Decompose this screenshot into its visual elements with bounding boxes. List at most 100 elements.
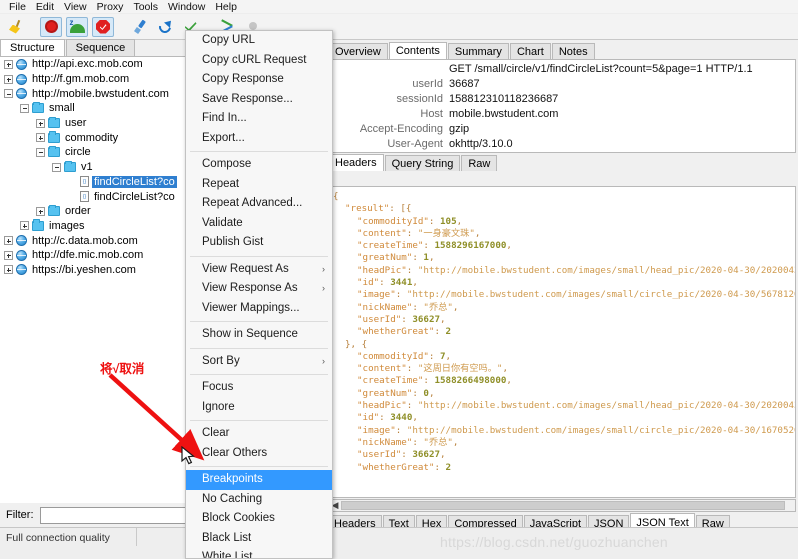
context-menu-item-label: Validate [202,216,243,229]
context-menu-item-find-in[interactable]: Find In... [186,109,332,129]
json-line: "userId": 36627, [333,314,795,326]
repeat-button[interactable] [154,17,176,37]
expand-icon[interactable] [4,59,13,69]
context-menu-item-copy-url[interactable]: Copy URL [186,31,332,51]
horizontal-scrollbar[interactable]: ◀ [328,499,796,512]
json-token: "id" [357,277,380,289]
json-token: "http://mobile.bwstudent.com/images/smal… [417,400,795,412]
collapse-icon[interactable] [20,103,29,113]
menu-item-tools[interactable]: Tools [128,0,163,14]
context-menu-item-show-in-sequence[interactable]: Show in Sequence [186,325,332,345]
context-menu-item-label: Repeat Advanced... [202,197,303,209]
expand-icon[interactable] [36,206,45,216]
context-menu[interactable]: Copy URL Copy cURL Request Copy Response Sa… [185,30,333,559]
context-menu-item-label: Black List [202,531,252,544]
context-menu-item-export[interactable]: Export... [186,129,332,149]
header-row: User-Agent okhttp/3.10.0 [329,137,795,152]
json-line: "whetherGreat": 2 [333,326,795,338]
context-menu-item-label: Viewer Mappings... [202,301,300,314]
menu-item-proxy[interactable]: Proxy [92,0,129,14]
context-menu-item-clear-others[interactable]: Clear Others [186,444,332,464]
folder-icon [48,145,60,158]
menu-item-window[interactable]: Window [163,0,210,14]
menu-item-file[interactable]: File [4,0,31,14]
tab-overview[interactable]: Overview [328,43,388,59]
expand-icon[interactable] [4,236,13,246]
context-menu-item-label: Export... [202,131,245,144]
globe-icon [16,249,27,261]
context-menu-item-label: Sort By [202,354,240,367]
expand-icon[interactable] [4,250,13,260]
context-menu-item-focus[interactable]: Focus [186,378,332,398]
context-menu-item-repeat-advanced[interactable]: Repeat Advanced... [186,194,332,214]
header-value: keep-alive [449,152,499,153]
context-menu-item-label: Publish Gist [202,236,264,248]
scrollbar-thumb[interactable] [341,501,785,510]
context-menu-item-white-list[interactable]: White List [186,548,332,558]
context-menu-item-black-list[interactable]: Black List [186,529,332,549]
json-token: : [412,387,424,399]
context-menu-item-copy-curl-request[interactable]: Copy cURL Request [186,51,332,71]
json-line: "content": "这周日你有空吗。", [333,363,795,375]
json-line: "greatNum": 1, [333,252,795,264]
context-menu-item-publish-gist[interactable]: Publish Gist [186,233,332,253]
tab-headers[interactable]: Headers [328,154,384,171]
json-token: , [456,215,463,227]
json-text-view[interactable]: {"result": [{"commodityId": 105, "content… [328,186,796,498]
expand-icon[interactable] [36,133,45,143]
watermark: https://blog.csdn.net/guozhuanchen [440,534,668,550]
menu-item-view[interactable]: View [59,0,92,14]
collapse-icon[interactable] [52,162,61,172]
context-menu-item-view-request-as[interactable]: View Request As › [186,260,332,280]
breakpoints-button[interactable] [92,16,114,37]
tab-contents[interactable]: Contents [388,42,447,59]
pen-icon [132,19,147,34]
expand-icon[interactable] [4,74,13,84]
menu-separator [190,466,328,467]
json-token: "createTime" [357,375,424,387]
tab-sequence[interactable]: Sequence [65,39,136,56]
json-token: "userId" [357,313,402,325]
tab-notes[interactable]: Notes [551,43,595,59]
tab-summary[interactable]: Summary [447,43,509,59]
context-menu-item-no-caching[interactable]: No Caching [186,490,332,510]
json-token: "乔总" [423,436,453,448]
menu-separator [190,420,328,421]
context-menu-item-label: Focus [202,381,234,393]
tab-structure[interactable]: Structure [0,39,65,56]
context-menu-item-compose[interactable]: Compose [186,155,332,175]
json-token: "createTime" [357,240,424,252]
tab-chart[interactable]: Chart [509,43,551,59]
json-line: "id": 3441, [333,277,795,289]
context-menu-item-viewer-mappings[interactable]: Viewer Mappings... [186,299,332,319]
compose-button[interactable] [128,17,150,37]
tab-raw[interactable]: Raw [461,155,498,171]
context-menu-item-ignore[interactable]: Ignore [186,398,332,418]
context-menu-item-block-cookies[interactable]: Block Cookies [186,509,332,529]
context-menu-item-sort-by[interactable]: Sort By › [186,352,332,372]
expand-icon[interactable] [36,118,45,128]
record-button[interactable] [40,16,62,37]
context-menu-item-view-response-as[interactable]: View Response As › [186,279,332,299]
context-menu-item-copy-response[interactable]: Copy Response [186,70,332,90]
context-menu-item-validate[interactable]: Validate [186,214,332,234]
json-token: , [428,387,435,399]
context-menu-item-label: Block Cookies [202,512,275,524]
context-menu-item-breakpoints[interactable]: Breakpoints [186,470,332,490]
expand-icon[interactable] [4,265,13,275]
context-menu-item-save-response[interactable]: Save Response... [186,90,332,110]
menu-item-help[interactable]: Help [210,0,242,14]
expand-icon[interactable] [20,221,29,231]
throttle-button[interactable]: z [66,16,88,37]
json-token: { [333,191,339,202]
tree-node-label: images [49,219,85,232]
collapse-icon[interactable] [4,89,13,99]
context-menu-item-clear[interactable]: Clear [186,424,332,444]
clear-button[interactable] [4,17,26,37]
menu-item-edit[interactable]: Edit [31,0,59,14]
collapse-icon[interactable] [36,147,45,157]
context-menu-item-repeat[interactable]: Repeat [186,175,332,195]
tree-node-label: order [65,205,91,218]
tab-query-string[interactable]: Query String [384,155,461,171]
header-key: sessionId [396,93,443,105]
